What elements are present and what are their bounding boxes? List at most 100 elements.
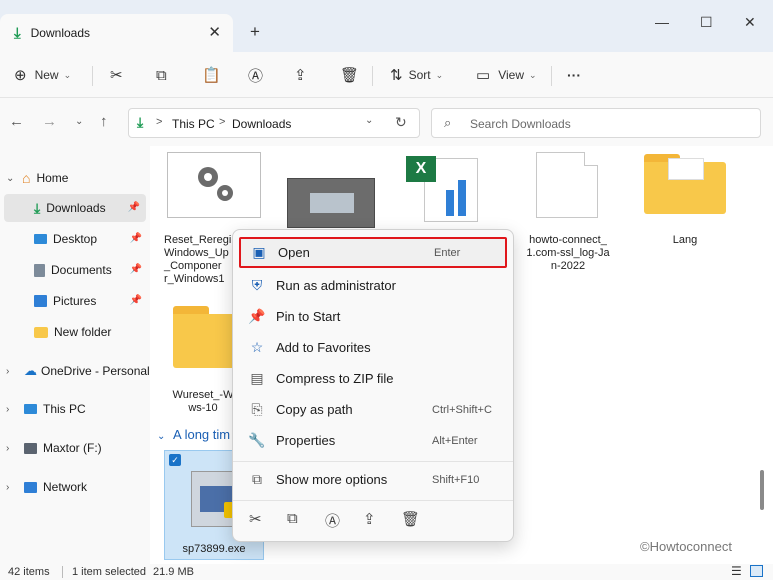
view-icon: ▭ [476,67,491,84]
selection-checkbox[interactable]: ✓ [169,454,181,466]
share-icon[interactable]: ⇪ [294,64,307,86]
tab-downloads[interactable]: ⤓ Downloads ✕ [0,14,233,52]
wrench-icon: 🔧 [248,432,266,448]
menu-item-show-more-options[interactable]: ⧉ Show more options Shift+F10 [239,464,507,495]
chevron-right-icon[interactable]: › [6,482,9,493]
tiles-view-icon[interactable] [750,565,763,577]
menu-divider [233,461,513,462]
more-options-button[interactable]: ··· [567,64,581,86]
menu-item-pin-to-start[interactable]: 📌 Pin to Start [239,301,507,332]
share-icon[interactable]: ⇪ [363,510,376,528]
breadcrumb-separator: > [219,116,226,128]
folder-item-lang[interactable] [644,154,726,216]
network-icon [24,481,37,493]
chevron-down-icon: ⌄ [157,431,166,442]
drive-icon [24,442,37,454]
document-icon [584,152,598,166]
watermark: ©Howtoconnect [640,539,732,554]
cloud-icon: ☁ [24,363,37,378]
sidebar-item-this-pc[interactable]: › This PC [0,395,148,423]
minimize-button[interactable]: — [655,14,669,30]
menu-item-add-to-favorites[interactable]: ☆ Add to Favorites [239,332,507,363]
tab-close-button[interactable]: ✕ [208,23,221,41]
close-button[interactable]: ✕ [744,14,756,31]
file-item-excel[interactable]: X [406,152,482,222]
sidebar-item-onedrive[interactable]: › ☁ OneDrive - Personal [0,357,150,385]
new-tab-button[interactable]: + [250,22,260,42]
file-item-howto-connect[interactable] [536,152,598,218]
download-icon: ⤓ [137,114,144,130]
forward-arrow-icon[interactable]: → [42,113,57,130]
tab-title: Downloads [30,26,91,40]
search-placeholder: Search Downloads [470,117,571,131]
copy-icon[interactable]: ⧉ [156,64,167,86]
recent-chevron-icon[interactable]: ⌄ [75,116,83,127]
menu-divider [233,500,513,501]
image-thumbnail [310,193,354,213]
vertical-scrollbar[interactable] [760,470,764,510]
file-name-sp73899: sp73899.exe [182,543,246,555]
up-arrow-icon[interactable]: ↑ [100,113,108,130]
address-row: ← → ⌄ ↑ ⤓ > This PC > Downloads ⌄ ↻ ⌕ Se… [0,98,773,146]
chevron-right-icon[interactable]: › [6,404,9,415]
chevron-right-icon[interactable]: › [6,366,9,377]
plus-circle-icon: ⊕ [14,67,27,84]
pin-icon[interactable]: 📌 [128,202,140,213]
breadcrumb-this-pc[interactable]: This PC [172,117,215,131]
view-button[interactable]: ▭ View ⌄ [476,64,537,86]
sidebar-item-network[interactable]: › Network [0,473,148,501]
documents-icon [34,263,45,277]
excel-logo: X [406,156,436,182]
maximize-button[interactable]: ☐ [700,14,713,31]
pin-icon: 📌 [248,308,266,324]
menu-item-run-as-administrator[interactable]: ⛨ Run as administrator [239,270,507,301]
menu-item-open[interactable]: ▣ Open Enter [239,237,507,268]
status-bar: 42 items 1 item selected 21.9 MB ☰ [0,564,773,580]
menu-item-compress-to-zip[interactable]: ▤ Compress to ZIP file [239,363,507,394]
pin-icon[interactable]: 📌 [130,295,142,306]
back-arrow-icon[interactable]: ← [9,113,24,130]
new-button[interactable]: ⊕ New ⌄ [14,64,71,86]
sidebar-item-new-folder[interactable]: New folder [0,318,148,346]
sidebar-item-desktop[interactable]: Desktop 📌 [0,225,148,253]
breadcrumb-downloads[interactable]: Downloads [232,117,291,131]
delete-icon[interactable]: 🗑 [340,64,359,86]
menu-item-properties[interactable]: 🔧 Properties Alt+Enter [239,425,507,456]
copy-path-icon: ⎘ [251,401,263,417]
sidebar-item-maxtor[interactable]: › Maxtor (F:) [0,434,148,462]
chevron-right-icon[interactable]: › [6,443,9,454]
chevron-down-icon[interactable]: ⌄ [6,173,14,184]
paste-icon[interactable]: 📋 [202,64,221,86]
group-header-a-long-time-ago[interactable]: ⌄ A long tim [157,427,230,442]
address-bar[interactable]: ⤓ > This PC > Downloads ⌄ ↻ [128,108,420,138]
open-icon: ▣ [252,244,266,260]
cut-icon[interactable]: ✂ [110,64,123,86]
show-more-icon: ⧉ [252,471,262,487]
menu-item-copy-as-path[interactable]: ⎘ Copy as path Ctrl+Shift+C [239,394,507,425]
copy-icon[interactable]: ⧉ [287,510,298,527]
selection-size: 21.9 MB [153,566,194,578]
delete-icon[interactable]: 🗑 [401,510,420,528]
context-menu: ▣ Open Enter ⛨ Run as administrator 📌 Pi… [232,229,514,542]
address-dropdown-icon[interactable]: ⌄ [365,115,373,126]
sort-button[interactable]: ⇅ Sort ⌄ [390,64,443,86]
sidebar-item-home[interactable]: ⌄ ⌂ Home [0,164,148,192]
file-name-lang: Lang [672,234,698,246]
pin-icon[interactable]: 📌 [130,264,142,275]
status-divider [62,566,63,578]
computer-icon [24,404,37,414]
file-item-image[interactable] [287,178,375,228]
pin-icon[interactable]: 📌 [130,233,142,244]
sidebar-item-pictures[interactable]: Pictures 📌 [0,287,148,315]
sidebar-item-documents[interactable]: Documents 📌 [0,256,148,284]
divider [551,66,552,86]
details-view-icon[interactable]: ☰ [731,564,742,578]
cut-icon[interactable]: ✂ [249,510,262,528]
star-icon: ☆ [250,339,264,355]
search-box[interactable]: ⌕ Search Downloads [431,108,761,138]
rename-icon[interactable]: Ⓐ [248,64,263,86]
sidebar-item-downloads[interactable]: ⤓ Downloads 📌 [4,194,146,222]
refresh-icon[interactable]: ↻ [395,114,407,131]
rename-icon[interactable]: Ⓐ [325,510,340,531]
file-item-reset[interactable] [167,152,261,218]
